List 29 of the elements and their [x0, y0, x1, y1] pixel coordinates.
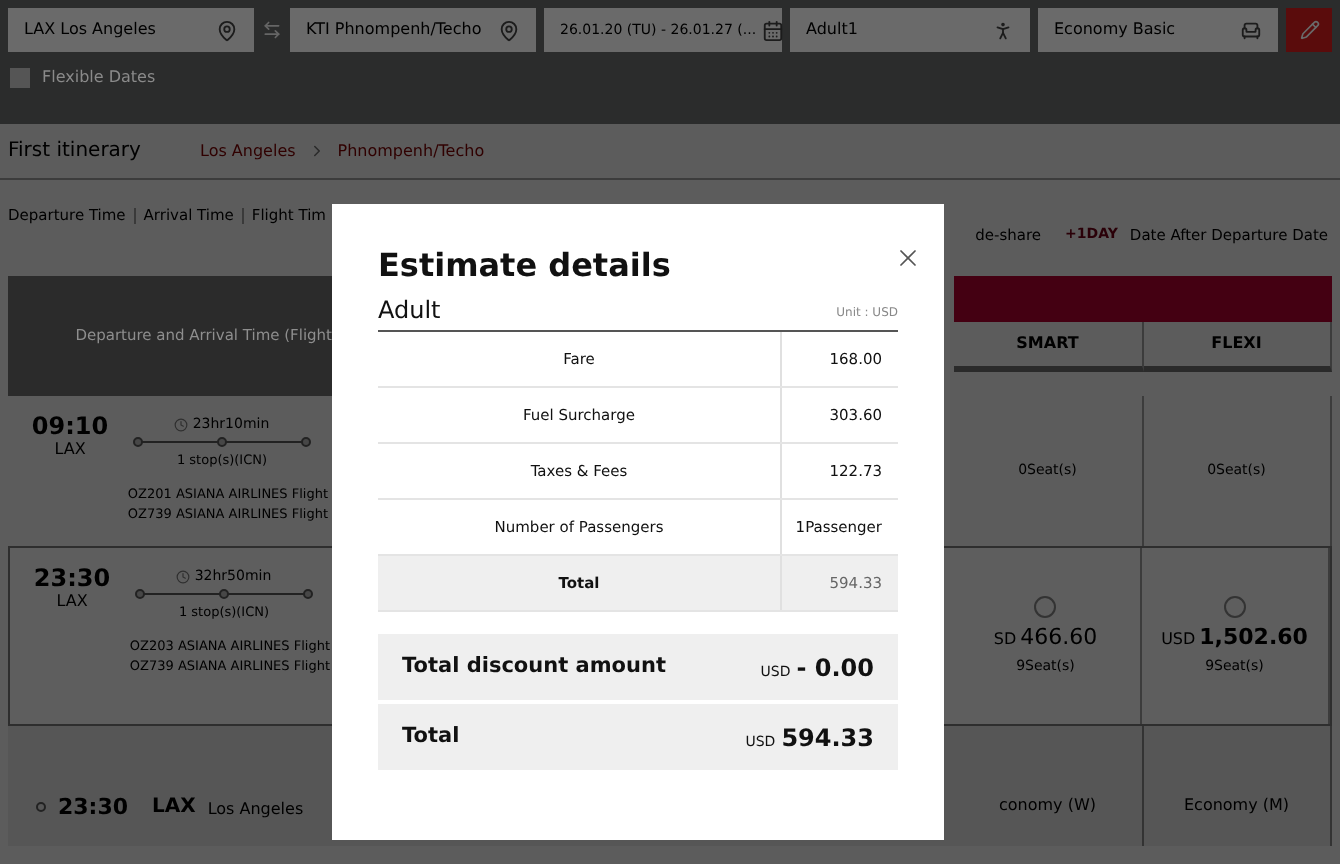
- flexible-dates-label: Flexible Dates: [42, 66, 156, 90]
- passenger-type: Adult: [378, 298, 441, 322]
- fare-column-header: FLEXI: [1143, 322, 1332, 372]
- departure-time: 23:30: [58, 796, 129, 818]
- itinerary-title: First itinerary: [8, 138, 143, 166]
- departure-time: 09:10: [31, 414, 109, 438]
- discount-amount: - 0.00: [796, 651, 874, 685]
- search-field[interactable]: LAX Los Angeles: [8, 8, 254, 52]
- destination-city: Phnompenh/Techo: [337, 139, 485, 163]
- discount-label: Total discount amount: [402, 651, 666, 682]
- search-field[interactable]: KTI Phnompenh/Techo: [290, 8, 536, 52]
- airport-code: LAX: [56, 590, 88, 614]
- departure-time: 23:30: [33, 566, 111, 590]
- search-field[interactable]: Economy Basic: [1038, 8, 1278, 52]
- airport-code: LAX: [54, 438, 86, 462]
- modal-title: Estimate details: [378, 250, 671, 282]
- fare-price: 1,502.60: [1199, 622, 1308, 654]
- currency-label: SD: [993, 628, 1017, 652]
- total-amount: 594.33: [781, 721, 874, 755]
- city-name: Los Angeles: [207, 802, 304, 818]
- currency-label: USD: [1161, 628, 1196, 652]
- airport-code: LAX: [152, 798, 196, 818]
- search-field[interactable]: Adult1: [790, 8, 1030, 52]
- origin-city: Los Angeles: [200, 139, 296, 163]
- fare-column-header: SMART: [954, 322, 1143, 372]
- fare-class: conomy (W): [999, 794, 1096, 818]
- fare-class: Economy (M): [1183, 794, 1290, 818]
- fare-price: 466.60: [1020, 622, 1098, 654]
- total-label: Total: [402, 721, 460, 752]
